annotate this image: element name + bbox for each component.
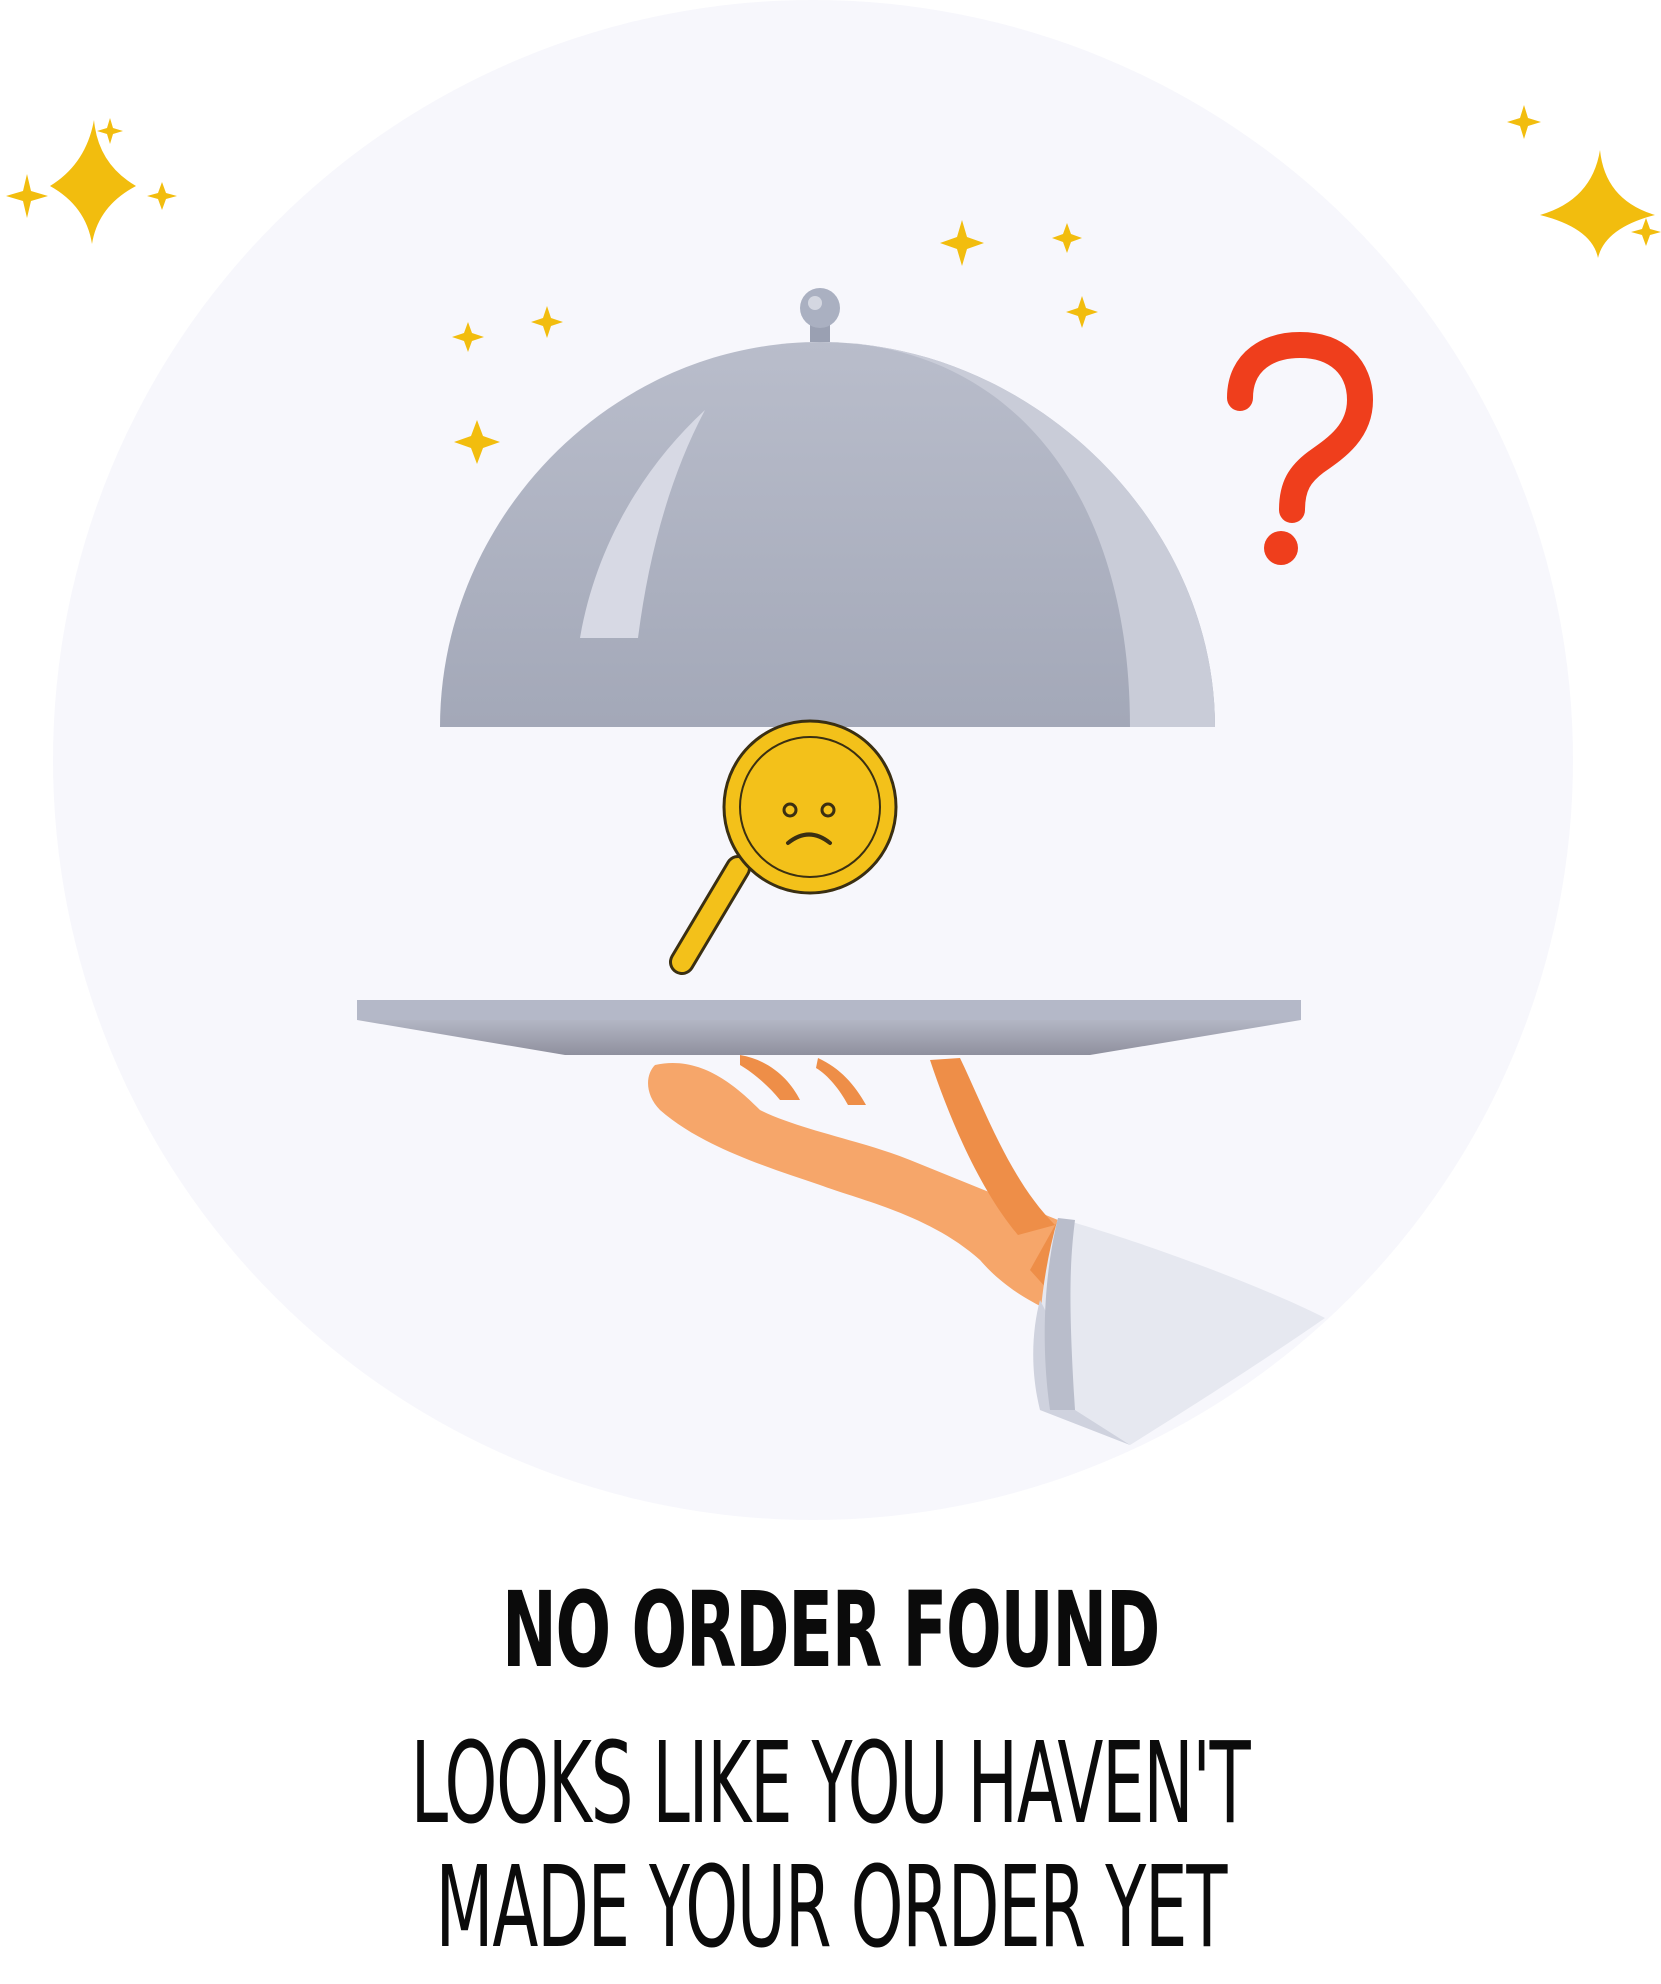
empty-state-message-line-2: MADE YOUR ORDER YET: [435, 1843, 1227, 1973]
empty-state-message: LOOKS LIKE YOU HAVEN'T MADE YOUR ORDER Y…: [0, 1722, 1661, 1970]
empty-state-message-line-1: LOOKS LIKE YOU HAVEN'T: [411, 1719, 1251, 1849]
empty-state-title: NO ORDER FOUND: [501, 1569, 1160, 1691]
empty-orders-page: NO ORDER FOUND LOOKS LIKE YOU HAVEN'T MA…: [0, 0, 1661, 1984]
empty-order-illustration: [6, 0, 1661, 1520]
